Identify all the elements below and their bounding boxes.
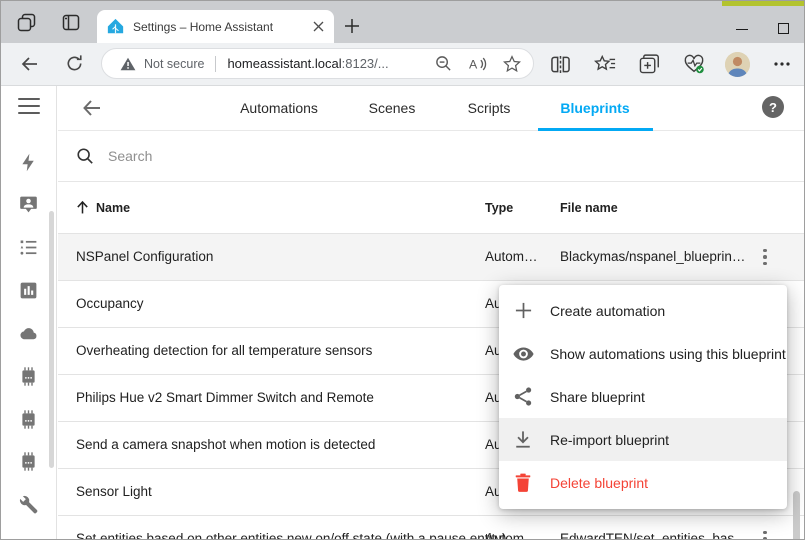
row-name: Send a camera snapshot when motion is de… [76, 437, 375, 452]
row-name: Occupancy [76, 296, 144, 311]
browser-titlebar: Settings – Home Assistant [1, 1, 804, 43]
browser-back-icon[interactable] [20, 54, 40, 74]
tab-blueprints[interactable]: Blueprints [560, 100, 629, 116]
sidebar-item-map[interactable] [18, 194, 39, 215]
sidebar-item-history[interactable] [18, 280, 39, 301]
tab-actions-icon[interactable] [62, 14, 80, 31]
new-tab-button[interactable] [344, 18, 360, 34]
help-icon[interactable]: ? [762, 96, 784, 118]
ha-header: Automations Scenes Scripts Blueprints ? [58, 86, 805, 131]
tab-scenes[interactable]: Scenes [369, 100, 416, 116]
browser-refresh-icon[interactable] [65, 54, 84, 73]
read-aloud-icon[interactable]: A [468, 56, 487, 72]
search-input[interactable] [108, 148, 508, 164]
search-icon [76, 147, 94, 165]
table-header: Name Type File name [58, 182, 805, 234]
tab-automations[interactable]: Automations [240, 100, 318, 116]
window-maximize-button[interactable] [778, 23, 789, 34]
tab-title: Settings – Home Assistant [133, 20, 313, 34]
url-text: homeassistant.local:8123/... [227, 56, 388, 71]
browser-toolbar: Not secure homeassistant.local:8123/... … [1, 43, 804, 86]
sidebar-item-logbook[interactable] [18, 237, 39, 258]
plus-icon [512, 300, 534, 322]
address-divider [215, 56, 216, 72]
download-icon [512, 429, 534, 451]
row-name: Sensor Light [76, 484, 152, 499]
sidebar-item-chip-2[interactable] [18, 409, 39, 430]
menu-item-create-automation[interactable]: Create automation [499, 289, 787, 332]
sidebar-item-chip-3[interactable] [18, 451, 39, 472]
svg-text:A: A [469, 57, 478, 71]
column-header-type[interactable]: Type [485, 201, 513, 215]
sidebar-item-developer-tools[interactable] [18, 494, 39, 515]
menu-item-label: Show automations using this blueprint [550, 346, 786, 362]
collections-icon[interactable] [639, 43, 660, 85]
row-name: Overheating detection for all temperatur… [76, 343, 372, 358]
workspaces-icon[interactable] [16, 13, 38, 32]
row-overflow-menu-icon[interactable] [758, 246, 772, 268]
row-type: Autom… [485, 531, 538, 540]
eye-icon [512, 343, 534, 365]
share-icon [512, 386, 534, 408]
trash-icon [512, 472, 534, 494]
menu-item-reimport-blueprint[interactable]: Re-import blueprint [499, 418, 787, 461]
ha-main: Automations Scenes Scripts Blueprints ? [58, 86, 805, 540]
not-secure-warning-icon[interactable] [120, 57, 136, 71]
security-label: Not secure [144, 57, 204, 71]
blueprint-context-menu: Create automation Show automations using… [499, 285, 787, 509]
row-type: Autom… [485, 249, 538, 264]
zoom-out-icon[interactable] [435, 55, 452, 72]
row-name: Philips Hue v2 Smart Dimmer Switch and R… [76, 390, 374, 405]
menu-item-label: Delete blueprint [550, 475, 648, 491]
page-scrollbar[interactable] [793, 491, 800, 540]
url-host: homeassistant.local [227, 56, 341, 71]
table-row[interactable]: NSPanel Configuration Autom… Blackymas/n… [58, 234, 805, 281]
row-overflow-menu-icon[interactable] [758, 528, 772, 540]
search-bar [58, 131, 805, 182]
browser-essentials-icon[interactable] [683, 43, 705, 85]
sidebar-scrollbar[interactable] [49, 211, 54, 468]
favorites-hub-icon[interactable] [594, 43, 616, 85]
menu-item-show-automations[interactable]: Show automations using this blueprint [499, 332, 787, 375]
background-app-sliver [722, 1, 804, 6]
profile-avatar[interactable] [725, 43, 750, 85]
row-name: NSPanel Configuration [76, 249, 213, 264]
home-assistant-favicon [107, 18, 124, 35]
menu-item-label: Share blueprint [550, 389, 645, 405]
ha-sidebar [1, 86, 57, 540]
sidebar-item-energy[interactable] [18, 152, 39, 173]
url-path: :8123/... [342, 56, 389, 71]
column-header-file-name[interactable]: File name [560, 201, 618, 215]
browser-menu-icon[interactable] [773, 43, 791, 85]
browser-window: Settings – Home Assistant [0, 0, 805, 540]
favorite-star-icon[interactable] [503, 55, 521, 73]
ha-back-icon[interactable] [80, 96, 104, 120]
column-header-name[interactable]: Name [96, 201, 130, 215]
sort-ascending-icon[interactable] [74, 199, 91, 216]
row-name: Set entities based on other entities new… [76, 531, 507, 540]
avatar-image [725, 52, 750, 77]
row-file: Blackymas/nspanel_blueprin… [560, 249, 745, 264]
menu-item-label: Re-import blueprint [550, 432, 669, 448]
split-screen-icon[interactable] [550, 43, 571, 85]
tab-close-icon[interactable] [313, 21, 324, 32]
menu-item-share-blueprint[interactable]: Share blueprint [499, 375, 787, 418]
menu-item-label: Create automation [550, 303, 665, 319]
table-row[interactable]: Set entities based on other entities new… [58, 516, 805, 540]
tab-scripts[interactable]: Scripts [468, 100, 511, 116]
sidebar-item-chip-1[interactable] [18, 366, 39, 387]
sidebar-item-cloud[interactable] [18, 323, 39, 344]
window-minimize-button[interactable] [736, 29, 748, 30]
home-assistant-app: Automations Scenes Scripts Blueprints ? [1, 86, 805, 540]
browser-tab[interactable]: Settings – Home Assistant [97, 10, 334, 43]
row-file: EdwardTEN/set_entities_bas… [560, 531, 748, 540]
menu-item-delete-blueprint[interactable]: Delete blueprint [499, 461, 787, 504]
sidebar-menu-icon[interactable] [18, 98, 40, 114]
address-bar[interactable]: Not secure homeassistant.local:8123/... … [101, 48, 534, 79]
